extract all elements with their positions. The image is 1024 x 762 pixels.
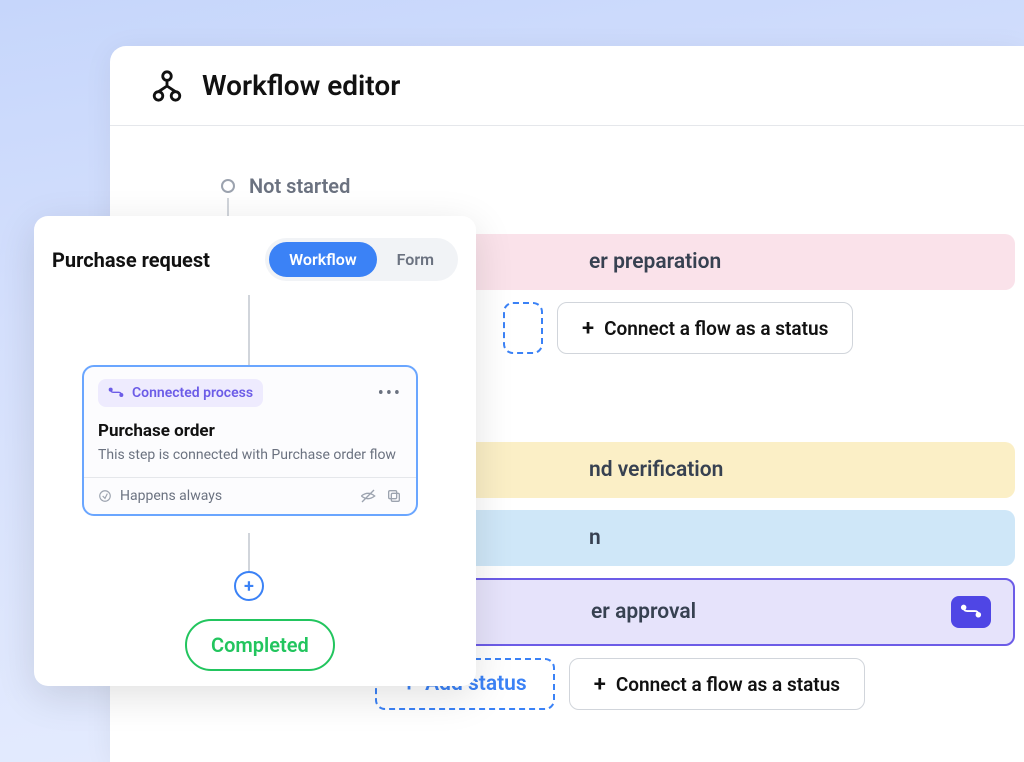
tab-switch: Workflow Form <box>265 238 458 281</box>
happens-always: Happens always <box>98 488 222 504</box>
action-row: + Connect a flow as a status <box>503 302 1015 354</box>
add-step-button[interactable]: + <box>234 571 264 601</box>
not-started-marker <box>221 179 235 193</box>
plus-icon: + <box>594 672 606 697</box>
step-description: This step is connected with Purchase ord… <box>98 447 402 463</box>
workflow-icon <box>150 69 184 103</box>
completed-status: Completed <box>185 619 335 671</box>
step-card[interactable]: Connected process ••• Purchase order Thi… <box>82 365 418 516</box>
panel-title: Purchase request <box>52 248 210 272</box>
panel-body: Connected process ••• Purchase order Thi… <box>34 295 476 305</box>
window-header: Workflow editor <box>110 46 1024 126</box>
tab-form[interactable]: Form <box>377 242 454 277</box>
plus-icon: + <box>582 316 594 341</box>
step-more-button[interactable]: ••• <box>378 383 402 404</box>
step-name: Purchase order <box>98 421 402 441</box>
connected-process-badge: Connected process <box>98 379 263 407</box>
dashed-placeholder[interactable] <box>503 302 543 354</box>
condition-icon <box>98 489 112 503</box>
panel-header: Purchase request Workflow Form <box>34 238 476 295</box>
connected-flow-badge[interactable] <box>951 596 991 628</box>
page-title: Workflow editor <box>202 69 400 102</box>
not-started-row: Not started <box>221 174 1015 198</box>
connect-flow-button[interactable]: + Connect a flow as a status <box>557 302 853 354</box>
purchase-request-panel: Purchase request Workflow Form Connected… <box>34 216 476 686</box>
visibility-icon[interactable] <box>360 488 376 504</box>
flow-icon <box>108 386 124 400</box>
copy-icon[interactable] <box>386 488 402 504</box>
connect-flow-button[interactable]: + Connect a flow as a status <box>569 658 865 710</box>
panel-connector-top <box>248 295 250 365</box>
not-started-label: Not started <box>249 174 350 198</box>
tab-workflow[interactable]: Workflow <box>269 242 377 277</box>
